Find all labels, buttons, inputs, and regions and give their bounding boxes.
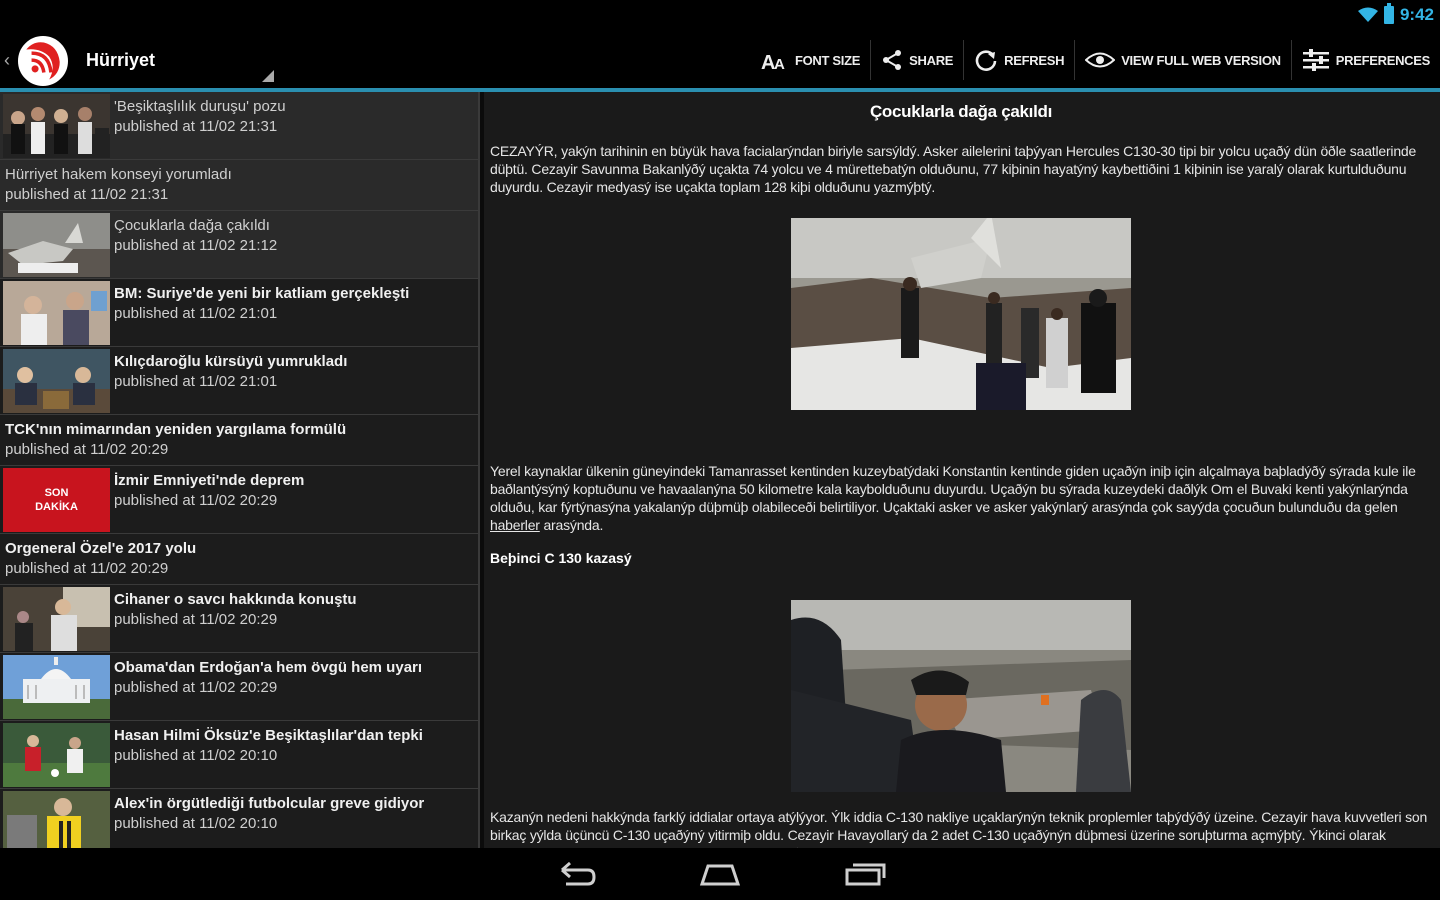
item-title: Alex'in örgütlediği futbolcular greve gi… bbox=[114, 795, 425, 812]
thumbnail-image bbox=[3, 213, 110, 277]
action-buttons: AA FONT SIZE SHARE REFRESH VIEW FULL WEB… bbox=[751, 32, 1440, 88]
up-chevron-icon[interactable]: ‹ bbox=[4, 50, 10, 71]
thumbnail-image bbox=[3, 655, 110, 719]
item-date: published at 11/02 21:31 bbox=[114, 118, 278, 135]
list-item[interactable]: SON DAKİKA İzmir Emniyeti'nde deprem pub… bbox=[0, 466, 478, 534]
article-list[interactable]: 'Beşiktaşlılık duruşu' pozu published at… bbox=[0, 92, 478, 848]
item-title: Kılıçdaroğlu kürsüyü yumrukladı bbox=[114, 353, 348, 370]
item-date: published at 11/02 21:31 bbox=[5, 186, 169, 203]
article-title: Çocuklarla dağa çakıldı bbox=[869, 102, 1053, 121]
article-link[interactable]: haberler bbox=[490, 517, 540, 533]
spinner-indicator-icon[interactable] bbox=[262, 70, 274, 82]
son-dakika-line1: SON bbox=[44, 487, 69, 499]
thumbnail-image bbox=[3, 281, 110, 345]
battery-icon bbox=[1383, 3, 1394, 24]
list-item[interactable]: Hürriyet hakem konseyi yorumladı publish… bbox=[0, 160, 478, 211]
list-item[interactable]: Kılıçdaroğlu kürsüyü yumrukladı publishe… bbox=[0, 347, 478, 415]
thumbnail-image bbox=[3, 791, 110, 848]
item-title: Çocuklarla dağa çakıldı bbox=[114, 217, 270, 234]
preferences-label: PREFERENCES bbox=[1335, 52, 1431, 68]
home-icon[interactable] bbox=[698, 860, 742, 888]
back-icon[interactable] bbox=[554, 860, 598, 888]
wifi-icon bbox=[1357, 7, 1378, 22]
app-title[interactable]: Hürriyet bbox=[86, 50, 155, 71]
article-image bbox=[791, 600, 1131, 792]
article-subheading: Beþinci C 130 kazasý bbox=[490, 550, 632, 566]
article-pane[interactable]: Çocuklarla dağa çakıldı CEZAYÝR, yakýn t… bbox=[484, 92, 1440, 848]
item-title: TCK'nın mimarından yeniden yargılama for… bbox=[5, 421, 347, 438]
app-logo-icon[interactable] bbox=[18, 36, 68, 86]
article-paragraph: Kazanýn nedeni hakkýnda farklý iddialar … bbox=[490, 809, 1428, 848]
svg-text:A: A bbox=[774, 56, 785, 71]
status-time: 9:42 bbox=[1399, 5, 1434, 24]
item-title: Obama'dan Erdoğan'a hem övgü hem uyarı bbox=[114, 659, 423, 676]
recent-apps-icon[interactable] bbox=[844, 860, 888, 888]
son-dakika-badge: SON DAKİKA bbox=[3, 468, 110, 532]
article-paragraph: CEZAYÝR, yakýn tarihinin en büyük hava f… bbox=[490, 143, 1417, 195]
item-date: published at 11/02 20:29 bbox=[5, 560, 169, 577]
share-button[interactable]: SHARE bbox=[870, 40, 963, 80]
article-image bbox=[791, 218, 1131, 410]
item-date: published at 11/02 20:29 bbox=[114, 492, 278, 509]
font-size-button[interactable]: AA FONT SIZE bbox=[751, 40, 870, 80]
item-title: İzmir Emniyeti'nde deprem bbox=[114, 472, 305, 489]
article-text: Yerel kaynaklar ülkenin güneyindeki Tama… bbox=[490, 463, 1416, 515]
preferences-button[interactable]: PREFERENCES bbox=[1290, 40, 1440, 80]
item-title: Orgeneral Özel'e 2017 yolu bbox=[5, 540, 197, 557]
font-size-icon: AA bbox=[761, 52, 785, 71]
item-date: published at 11/02 20:10 bbox=[114, 747, 278, 764]
item-title: Hasan Hilmi Öksüz'e Beşiktaşlılar'dan te… bbox=[114, 727, 423, 744]
sliders-icon bbox=[1302, 49, 1329, 71]
item-title: 'Beşiktaşlılık duruşu' pozu bbox=[114, 98, 286, 115]
thumbnail-image: SON DAKİKA bbox=[3, 468, 110, 532]
item-title: Cihaner o savcı hakkında konuştu bbox=[114, 591, 357, 608]
item-date: published at 11/02 20:29 bbox=[114, 679, 278, 696]
list-item[interactable]: Obama'dan Erdoğan'a hem övgü hem uyarı p… bbox=[0, 653, 478, 721]
list-item[interactable]: Orgeneral Özel'e 2017 yolu published at … bbox=[0, 534, 478, 585]
item-date: published at 11/02 20:29 bbox=[5, 441, 169, 458]
article-paragraph: Yerel kaynaklar ülkenin güneyindeki Tama… bbox=[490, 462, 1432, 534]
thumbnail-image bbox=[3, 723, 110, 787]
son-dakika-line2: DAKİKA bbox=[35, 501, 78, 513]
eye-icon bbox=[1085, 52, 1116, 68]
item-date: published at 11/02 20:29 bbox=[114, 611, 278, 628]
navigation-bar bbox=[0, 848, 1440, 900]
item-date: published at 11/02 21:01 bbox=[114, 305, 278, 322]
list-item[interactable]: Alex'in örgütlediği futbolcular greve gi… bbox=[0, 789, 478, 848]
status-icons: 9:42 bbox=[1357, 3, 1434, 26]
item-date: published at 11/02 21:01 bbox=[114, 373, 278, 390]
list-item[interactable]: Cihaner o savcı hakkında konuştu publish… bbox=[0, 585, 478, 653]
status-bar: 9:42 bbox=[0, 0, 1440, 32]
view-full-web-button[interactable]: VIEW FULL WEB VERSION bbox=[1074, 40, 1291, 80]
thumbnail-image bbox=[3, 349, 110, 413]
view-full-web-label: VIEW FULL WEB VERSION bbox=[1121, 52, 1281, 68]
list-item[interactable]: TCK'nın mimarından yeniden yargılama for… bbox=[0, 415, 478, 466]
list-item[interactable]: Çocuklarla dağa çakıldı published at 11/… bbox=[0, 211, 478, 279]
list-item[interactable]: 'Beşiktaşlılık duruşu' pozu published at… bbox=[0, 92, 478, 160]
list-item[interactable]: Hasan Hilmi Öksüz'e Beşiktaşlılar'dan te… bbox=[0, 721, 478, 789]
refresh-icon bbox=[975, 50, 997, 71]
article-text: arasýnda. bbox=[539, 517, 604, 533]
item-title: BM: Suriye'de yeni bir katliam gerçekleş… bbox=[114, 285, 410, 302]
thumbnail-image bbox=[3, 94, 110, 158]
share-label: SHARE bbox=[909, 52, 954, 68]
share-icon bbox=[883, 50, 902, 70]
font-size-label: FONT SIZE bbox=[794, 52, 861, 68]
thumbnail-image bbox=[3, 587, 110, 651]
action-bar: ‹ Hürriyet AA FONT SIZE SHARE REFRESH VI… bbox=[0, 32, 1440, 88]
list-item[interactable]: BM: Suriye'de yeni bir katliam gerçekleş… bbox=[0, 279, 478, 347]
refresh-label: REFRESH bbox=[1004, 52, 1065, 68]
item-date: published at 11/02 21:12 bbox=[114, 237, 278, 254]
item-date: published at 11/02 20:10 bbox=[114, 815, 278, 832]
item-title: Hürriyet hakem konseyi yorumladı bbox=[5, 166, 232, 183]
refresh-button[interactable]: REFRESH bbox=[963, 40, 1074, 80]
